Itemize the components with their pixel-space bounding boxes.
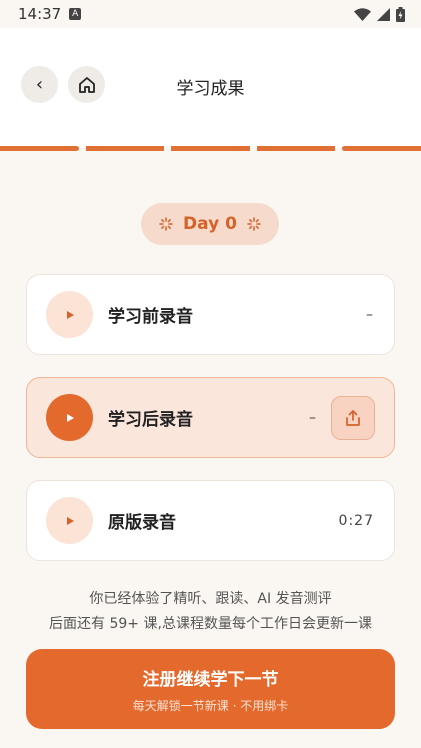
progress-segment <box>0 146 79 151</box>
share-icon <box>346 409 360 426</box>
status-time: 14:37 <box>18 5 62 23</box>
info-line-2: 后面还有 59+ 课,总课程数量每个工作日会更新一课 <box>49 616 372 632</box>
progress-segment <box>256 146 336 151</box>
recording-card-after[interactable]: 学习后录音 – <box>26 377 395 458</box>
status-right <box>354 6 405 22</box>
info-line-1: 你已经体验了精听、跟读、AI 发音测评 <box>89 591 332 607</box>
progress-segment <box>85 146 165 151</box>
progress-segment <box>342 146 421 151</box>
play-icon <box>66 413 74 422</box>
day-badge: Day 0 <box>141 203 279 245</box>
wifi-icon <box>354 7 371 21</box>
sparkle-icon <box>247 217 261 231</box>
sparkle-icon <box>159 217 173 231</box>
play-button[interactable] <box>46 497 93 544</box>
status-bar: 14:37 A <box>0 0 421 28</box>
recording-duration: 0:27 <box>338 512 374 529</box>
play-button[interactable] <box>46 394 93 441</box>
cta-subtitle: 每天解锁一节新课 · 不用绑卡 <box>132 698 289 713</box>
register-continue-button[interactable]: 注册继续学下一节 每天解锁一节新课 · 不用绑卡 <box>26 649 395 729</box>
notification-a-icon: A <box>69 8 82 20</box>
progress-segment <box>171 146 250 151</box>
recording-card-before[interactable]: 学习前录音 – <box>26 274 395 355</box>
recording-card-original[interactable]: 原版录音 0:27 <box>26 480 395 561</box>
page-title: 学习成果 <box>176 79 245 99</box>
day-label: Day 0 <box>183 214 237 234</box>
play-button[interactable] <box>46 291 93 338</box>
recording-duration: – <box>366 306 374 323</box>
battery-icon <box>396 6 405 22</box>
lesson-progress-bar <box>0 146 421 151</box>
status-left: 14:37 A <box>18 5 82 23</box>
play-icon <box>66 310 74 319</box>
play-icon <box>66 516 74 525</box>
recording-title: 学习前录音 <box>108 307 193 327</box>
recording-title: 原版录音 <box>108 513 176 533</box>
signal-icon <box>377 7 390 21</box>
recording-duration: – <box>309 409 317 426</box>
cta-title: 注册继续学下一节 <box>142 669 279 690</box>
recording-title: 学习后录音 <box>108 410 193 430</box>
share-button[interactable] <box>331 395 375 440</box>
